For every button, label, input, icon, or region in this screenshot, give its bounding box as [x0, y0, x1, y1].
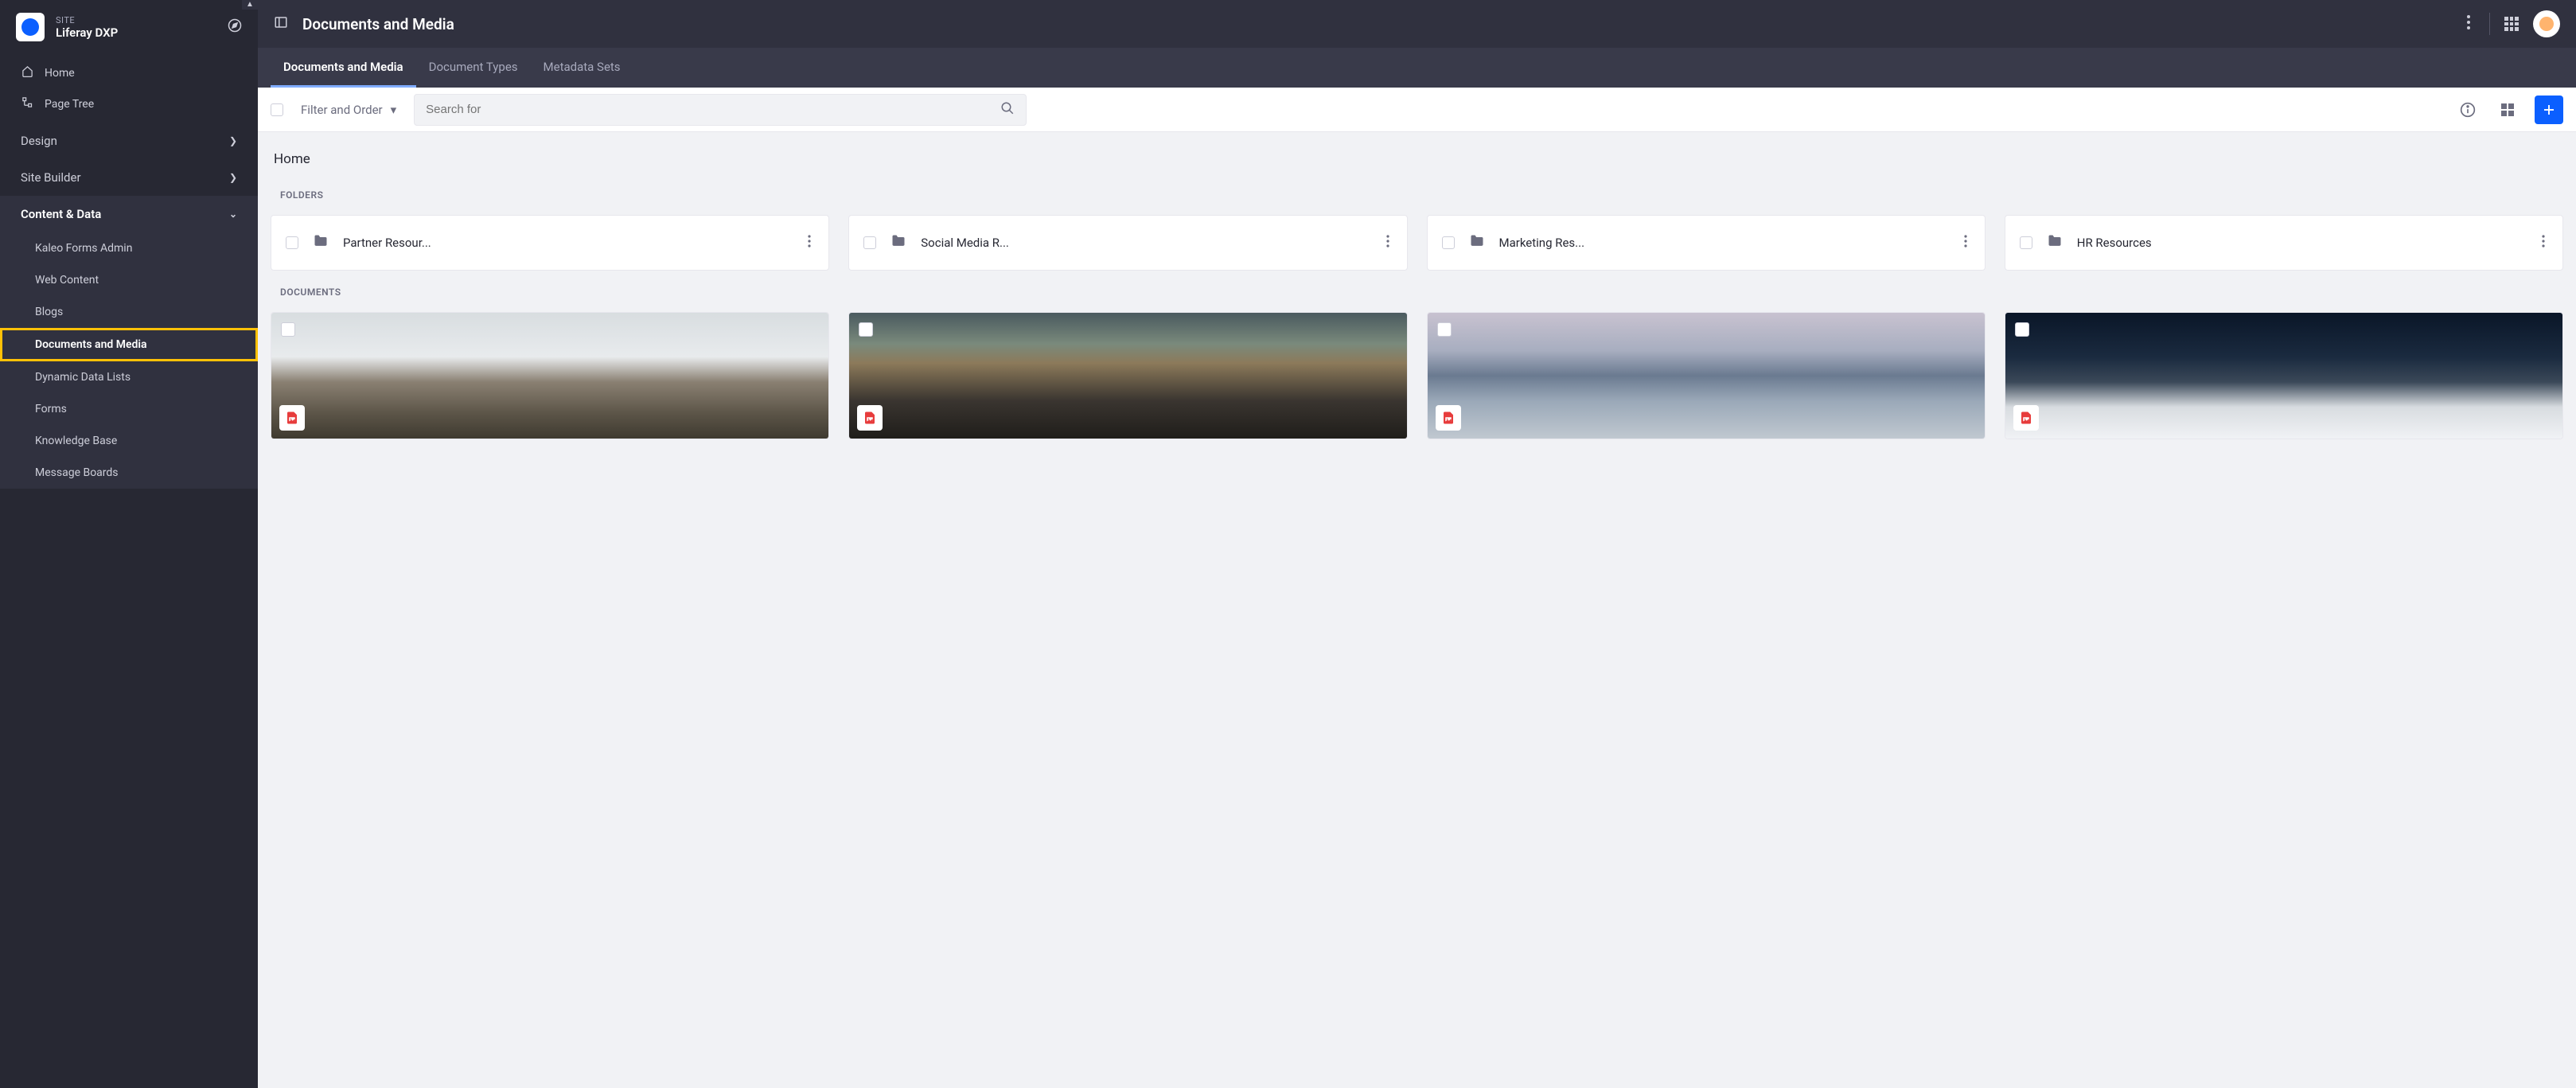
folder-menu-icon[interactable]: [1961, 232, 1970, 254]
section-site-builder-label: Site Builder: [21, 170, 81, 185]
section-design-label: Design: [21, 134, 57, 148]
image-type-icon: [2013, 405, 2039, 431]
folder-card[interactable]: HR Resources: [2005, 215, 2563, 271]
document-thumbnail: [2005, 313, 2562, 439]
folder-card[interactable]: Partner Resour...: [271, 215, 829, 271]
page-title: Documents and Media: [302, 15, 2448, 33]
document-card[interactable]: [1427, 312, 1986, 439]
folders-label: FOLDERS: [280, 189, 2563, 201]
content-area: Home FOLDERS Partner Resour... Social Med…: [258, 132, 2576, 1088]
breadcrumb[interactable]: Home: [271, 151, 2563, 167]
sidebar-item-dynamic-data-lists[interactable]: Dynamic Data Lists: [0, 361, 258, 393]
apps-icon[interactable]: [2504, 17, 2519, 31]
folder-menu-icon[interactable]: [2539, 232, 2548, 254]
sidebar-item-web-content[interactable]: Web Content: [0, 264, 258, 296]
documents-label: DOCUMENTS: [280, 287, 2563, 298]
search-input[interactable]: [426, 103, 1000, 116]
toolbar: Filter and Order ▾: [258, 88, 2576, 132]
folder-icon: [890, 233, 906, 252]
chevron-down-icon: ⌄: [229, 209, 237, 220]
document-thumbnail: [849, 313, 1406, 439]
folder-menu-icon[interactable]: [1383, 232, 1393, 254]
filter-order-label: Filter and Order: [301, 103, 383, 117]
sidebar: ▲ SITE Liferay DXP Home Page Tree Design…: [0, 0, 258, 1088]
nav-home-label: Home: [45, 67, 75, 80]
add-button[interactable]: [2535, 96, 2563, 124]
folder-checkbox[interactable]: [286, 236, 298, 249]
document-thumbnail: [1428, 313, 1985, 439]
folder-name: HR Resources: [2077, 236, 2524, 250]
header-menu-icon[interactable]: [2462, 10, 2475, 37]
sidebar-item-documents-media[interactable]: Documents and Media: [0, 328, 258, 361]
divider: [2489, 13, 2490, 35]
image-type-icon: [279, 405, 305, 431]
collapse-sidebar-icon[interactable]: ▲: [242, 0, 258, 10]
site-header: SITE Liferay DXP: [0, 0, 258, 54]
cards-view-icon[interactable]: [2495, 97, 2520, 123]
chevron-right-icon: ❯: [229, 172, 237, 183]
caret-down-icon: ▾: [391, 103, 397, 117]
document-checkbox[interactable]: [859, 322, 873, 337]
site-logo: [16, 13, 45, 41]
tab-documents-media[interactable]: Documents and Media: [271, 48, 416, 88]
section-design[interactable]: Design ❯: [0, 123, 258, 159]
image-type-icon: [857, 405, 883, 431]
search-box: [414, 94, 1027, 126]
home-icon: [21, 65, 33, 80]
tabs-bar: Documents and Media Document Types Metad…: [258, 48, 2576, 88]
folder-icon: [2047, 233, 2063, 252]
folder-icon: [1469, 233, 1485, 252]
document-checkbox[interactable]: [2015, 322, 2029, 337]
top-header: Documents and Media: [258, 0, 2576, 48]
document-checkbox[interactable]: [281, 322, 295, 337]
sidebar-item-message-boards[interactable]: Message Boards: [0, 457, 258, 489]
page-tree-icon: [21, 96, 33, 111]
compass-icon[interactable]: [228, 18, 242, 36]
section-site-builder[interactable]: Site Builder ❯: [0, 159, 258, 196]
chevron-right-icon: ❯: [229, 135, 237, 146]
section-content-data-label: Content & Data: [21, 207, 101, 221]
folder-menu-icon[interactable]: [805, 232, 814, 254]
info-icon[interactable]: [2455, 97, 2481, 123]
nav-home[interactable]: Home: [0, 57, 258, 88]
site-name: Liferay DXP: [56, 25, 216, 40]
select-all-checkbox[interactable]: [271, 103, 283, 116]
search-icon[interactable]: [1000, 101, 1015, 119]
sidebar-item-forms[interactable]: Forms: [0, 393, 258, 425]
site-label: SITE: [56, 15, 216, 25]
document-card[interactable]: [848, 312, 1407, 439]
section-content-data[interactable]: Content & Data ⌄: [0, 196, 258, 232]
document-thumbnail: [271, 313, 828, 439]
tab-document-types[interactable]: Document Types: [416, 48, 531, 88]
sidebar-item-blogs[interactable]: Blogs: [0, 296, 258, 328]
folder-grid: Partner Resour... Social Media R... Market…: [271, 215, 2563, 271]
main: Documents and Media Documents and Media …: [258, 0, 2576, 1088]
document-checkbox[interactable]: [1437, 322, 1452, 337]
folder-checkbox[interactable]: [2020, 236, 2032, 249]
content-data-subnav: Kaleo Forms Admin Web Content Blogs Docu…: [0, 232, 258, 489]
folder-card[interactable]: Marketing Res...: [1427, 215, 1986, 271]
tab-metadata-sets[interactable]: Metadata Sets: [531, 48, 633, 88]
user-avatar[interactable]: [2533, 10, 2560, 37]
folder-name: Social Media R...: [921, 236, 1368, 250]
nav-page-tree-label: Page Tree: [45, 98, 94, 111]
document-card[interactable]: [2005, 312, 2563, 439]
folder-name: Marketing Res...: [1499, 236, 1947, 250]
folder-checkbox[interactable]: [1442, 236, 1455, 249]
folder-name: Partner Resour...: [343, 236, 790, 250]
document-grid: [271, 312, 2563, 439]
filter-order-button[interactable]: Filter and Order ▾: [298, 98, 399, 122]
folder-icon: [313, 233, 329, 252]
document-card[interactable]: [271, 312, 829, 439]
image-type-icon: [1436, 405, 1461, 431]
folder-checkbox[interactable]: [863, 236, 876, 249]
nav-page-tree[interactable]: Page Tree: [0, 88, 258, 119]
folder-card[interactable]: Social Media R...: [848, 215, 1407, 271]
toggle-panel-icon[interactable]: [274, 15, 288, 33]
sidebar-item-kaleo[interactable]: Kaleo Forms Admin: [0, 232, 258, 264]
sidebar-item-knowledge-base[interactable]: Knowledge Base: [0, 425, 258, 457]
